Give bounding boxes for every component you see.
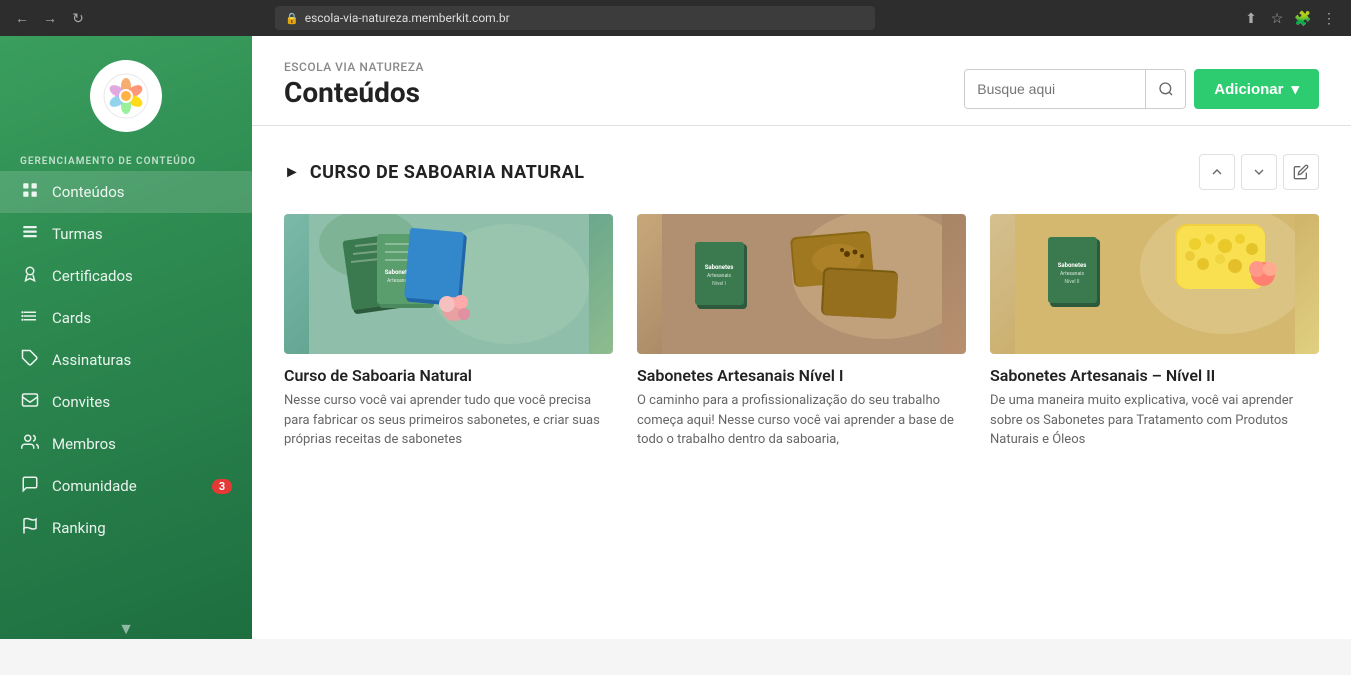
sidebar-item-label: Conteúdos [52, 183, 125, 201]
mail-icon [20, 391, 40, 413]
back-button[interactable]: ← [12, 8, 32, 28]
course-card-image-3: Sabonetes Artesanais Nível II [990, 214, 1319, 354]
sidebar-item-certificados[interactable]: Certificados [0, 255, 252, 297]
award-icon [20, 265, 40, 287]
content-header: ESCOLA VIA NATUREZA Conteúdos Adicionar … [252, 36, 1351, 126]
share-icon[interactable]: ⬆ [1241, 8, 1261, 28]
sidebar-item-label: Certificados [52, 267, 133, 285]
course-card-title-1: Curso de Saboaria Natural [284, 366, 613, 385]
sidebar-item-label: Ranking [52, 519, 106, 537]
app-container: GERENCIAMENTO DE CONTEÚDO Conteúdos Turm… [0, 36, 1351, 675]
sidebar-item-label: Cards [52, 309, 91, 327]
move-up-button[interactable] [1199, 154, 1235, 190]
address-bar[interactable]: 🔒 escola-via-natureza.memberkit.com.br [275, 6, 875, 30]
course-card-title-3: Sabonetes Artesanais – Nível II [990, 366, 1319, 385]
svg-text:Nível I: Nível I [712, 281, 726, 287]
section-title: CURSO DE SABOARIA NATURAL [310, 162, 585, 183]
move-down-button[interactable] [1241, 154, 1277, 190]
svg-text:Artesanais: Artesanais [1060, 271, 1084, 277]
svg-text:Sabonetes: Sabonetes [704, 264, 733, 271]
sidebar-item-cards[interactable]: Cards [0, 297, 252, 339]
school-name: ESCOLA VIA NATUREZA [284, 60, 424, 74]
sidebar-item-label: Assinaturas [52, 351, 131, 369]
sidebar-item-label: Comunidade [52, 477, 137, 495]
main-content: ESCOLA VIA NATUREZA Conteúdos Adicionar … [252, 36, 1351, 639]
chevron-down-icon: ▾ [1291, 80, 1299, 98]
flag-icon [20, 517, 40, 539]
grid-icon [20, 181, 40, 203]
section-actions [1199, 154, 1319, 190]
sidebar-item-turmas[interactable]: Turmas [0, 213, 252, 255]
sidebar-item-membros[interactable]: Membros [0, 423, 252, 465]
course-card-title-2: Sabonetes Artesanais Nível I [637, 366, 966, 385]
scroll-arrow-icon: ▼ [118, 619, 134, 639]
sidebar-item-label: Convites [52, 393, 110, 411]
sidebar-section-label: GERENCIAMENTO DE CONTEÚDO [0, 148, 252, 171]
browser-chrome: ← → ↻ 🔒 escola-via-natureza.memberkit.co… [0, 0, 1351, 36]
people-icon [20, 433, 40, 455]
search-input[interactable] [965, 70, 1145, 108]
section-wrap: ► CURSO DE SABOARIA NATURAL [252, 126, 1351, 478]
svg-text:Artesanais: Artesanais [707, 273, 731, 279]
sidebar-item-label: Membros [52, 435, 116, 453]
cards-grid: Sabonetes Artesanais Curso de Saboaria N… [284, 214, 1319, 450]
sidebar-scroll-indicator: ▼ [0, 619, 252, 639]
page-title: Conteúdos [284, 76, 424, 109]
course-card-3[interactable]: Sabonetes Artesanais Nível II Sabonetes … [990, 214, 1319, 450]
sidebar-nav: Conteúdos Turmas Certificados Cards [0, 171, 252, 549]
sidebar-item-ranking[interactable]: Ranking [0, 507, 252, 549]
add-button[interactable]: Adicionar ▾ [1194, 69, 1319, 109]
bookmark-icon[interactable]: ☆ [1267, 8, 1287, 28]
comunidade-badge: 3 [212, 479, 232, 494]
course-card-2[interactable]: Sabonetes Artesanais Nível I Sabonetes A… [637, 214, 966, 450]
content-header-right: Adicionar ▾ [964, 69, 1319, 109]
sidebar-item-convites[interactable]: Convites [0, 381, 252, 423]
sidebar-item-comunidade[interactable]: Comunidade 3 [0, 465, 252, 507]
edit-button[interactable] [1283, 154, 1319, 190]
content-header-left: ESCOLA VIA NATUREZA Conteúdos [284, 60, 424, 109]
svg-text:Nível II: Nível II [1064, 279, 1079, 285]
menu-icon[interactable]: ⋮ [1319, 8, 1339, 28]
url-text: escola-via-natureza.memberkit.com.br [305, 11, 510, 25]
cards-icon [20, 307, 40, 329]
browser-actions: ⬆ ☆ 🧩 ⋮ [1241, 8, 1339, 28]
play-icon: ► [284, 162, 300, 182]
svg-text:Sabonetes: Sabonetes [1057, 262, 1086, 269]
search-wrap [964, 69, 1186, 109]
add-button-label: Adicionar [1214, 81, 1283, 98]
course-card-image-2: Sabonetes Artesanais Nível I [637, 214, 966, 354]
course-card-desc-1: Nesse curso você vai aprender tudo que v… [284, 391, 613, 450]
reload-button[interactable]: ↻ [68, 8, 88, 28]
search-button[interactable] [1145, 69, 1185, 109]
logo-image [92, 62, 160, 130]
tag-icon [20, 349, 40, 371]
sidebar-item-assinaturas[interactable]: Assinaturas [0, 339, 252, 381]
sidebar-item-conteudos[interactable]: Conteúdos [0, 171, 252, 213]
logo-circle [90, 60, 162, 132]
sidebar: GERENCIAMENTO DE CONTEÚDO Conteúdos Turm… [0, 36, 252, 639]
extension-icon[interactable]: 🧩 [1293, 8, 1313, 28]
list-icon [20, 223, 40, 245]
lock-icon: 🔒 [285, 12, 299, 25]
course-card-desc-2: O caminho para a profissionalização do s… [637, 391, 966, 450]
sidebar-item-label: Turmas [52, 225, 103, 243]
sidebar-logo [0, 36, 252, 148]
section-header: ► CURSO DE SABOARIA NATURAL [284, 154, 1319, 190]
course-card-image-1: Sabonetes Artesanais [284, 214, 613, 354]
section-title-row: ► CURSO DE SABOARIA NATURAL [284, 162, 585, 183]
forward-button[interactable]: → [40, 8, 60, 28]
chat-icon [20, 475, 40, 497]
course-card-1[interactable]: Sabonetes Artesanais Curso de Saboaria N… [284, 214, 613, 450]
course-card-desc-3: De uma maneira muito explicativa, você v… [990, 391, 1319, 450]
